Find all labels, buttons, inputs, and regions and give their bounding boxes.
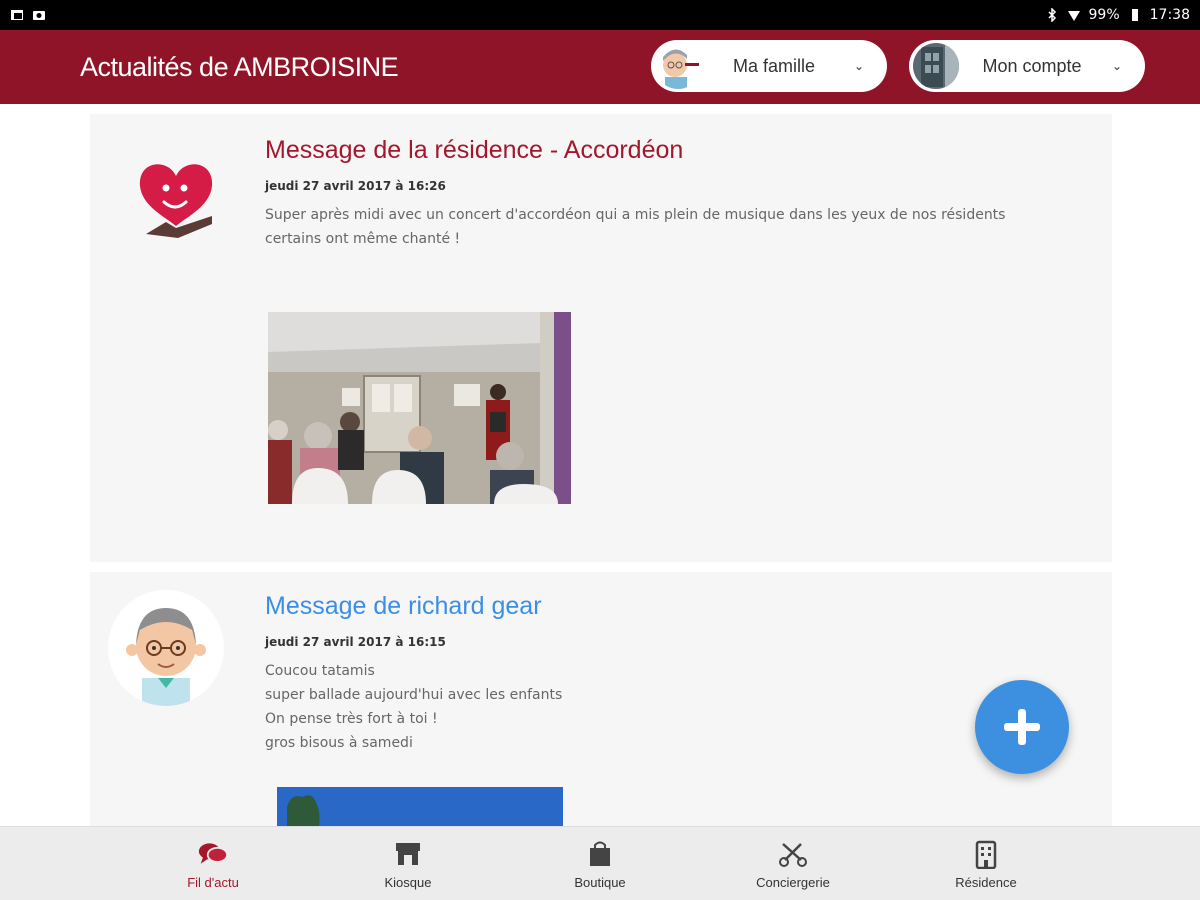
building-icon [971,839,1001,869]
nav-item-kiosque[interactable]: Kiosque [338,827,478,900]
post-text-line: gros bisous à samedi [265,735,413,751]
scissors-icon [778,839,808,869]
chevron-down-icon: ⌄ [1111,59,1123,73]
bottom-nav: Fil d'actu Kiosque Boutique Conciergerie… [0,826,1200,900]
status-left [10,8,46,22]
post-text: Super après midi avec un concert d'accor… [265,203,1072,251]
account-dropdown-button[interactable]: Mon compte ⌄ [909,40,1145,92]
bluetooth-icon [1047,8,1056,22]
battery-percent: 99% [1088,7,1120,23]
nav-item-residence[interactable]: Résidence [916,827,1056,900]
post-date: jeudi 27 avril 2017 à 16:15 [265,635,446,649]
post-card[interactable]: Message de la résidence - Accordéon jeud… [90,114,1112,562]
photo-icon [33,11,45,20]
nav-label: Kiosque [384,874,432,890]
nav-label: Résidence [955,874,1017,890]
family-dropdown-button[interactable]: Ma famille ⌄ [651,40,887,92]
post-photo[interactable] [277,787,563,826]
post-body: Message de la résidence - Accordéon jeud… [265,136,1072,251]
post-body: Message de richard gear jeudi 27 avril 2… [265,592,1072,755]
residence-logo [118,136,234,252]
post-title[interactable]: Message de richard gear [265,592,1072,621]
shopping-bag-icon [585,839,615,869]
status-bar: 99% 17:38 [0,0,1200,30]
user-avatar [108,590,224,706]
post-text-line: super ballade aujourd'hui avec les enfan… [265,687,563,703]
post-text: Coucou tatamis super ballade aujourd'hui… [265,659,1072,755]
nav-label: Fil d'actu [187,874,239,890]
clock: 17:38 [1149,7,1190,23]
post-text-line: Super après midi avec un concert d'accor… [265,207,1006,223]
chevron-down-icon: ⌄ [853,59,865,73]
store-icon [393,839,423,869]
notification-icon [11,10,23,20]
page-title: Actualités de AMBROISINE [80,51,399,82]
status-right: 99% 17:38 [1045,7,1190,23]
chat-bubbles-icon [198,839,228,869]
account-label: Mon compte [982,55,1082,76]
wifi-icon [1067,11,1080,21]
nav-item-fil-actu[interactable]: Fil d'actu [143,827,283,900]
post-text-line: Coucou tatamis [265,663,375,679]
nav-item-boutique[interactable]: Boutique [530,827,670,900]
family-label: Ma famille [732,55,816,76]
post-text-line: certains ont même chanté ! [265,231,461,247]
post-date: jeudi 27 avril 2017 à 16:26 [265,179,446,193]
app-header: Actualités de AMBROISINE Ma famille ⌄ Mo… [0,30,1200,104]
post-card[interactable]: Message de richard gear jeudi 27 avril 2… [90,572,1112,826]
account-avatar [913,43,959,89]
family-avatar [655,43,701,89]
post-photo[interactable] [268,312,571,504]
nav-item-conciergerie[interactable]: Conciergerie [723,827,863,900]
battery-icon [1131,9,1138,21]
nav-label: Boutique [574,874,626,890]
add-post-button[interactable] [975,680,1069,774]
nav-label: Conciergerie [756,874,830,890]
post-title[interactable]: Message de la résidence - Accordéon [265,136,1072,165]
post-text-line: On pense très fort à toi ! [265,711,438,727]
plus-icon [1004,709,1040,745]
